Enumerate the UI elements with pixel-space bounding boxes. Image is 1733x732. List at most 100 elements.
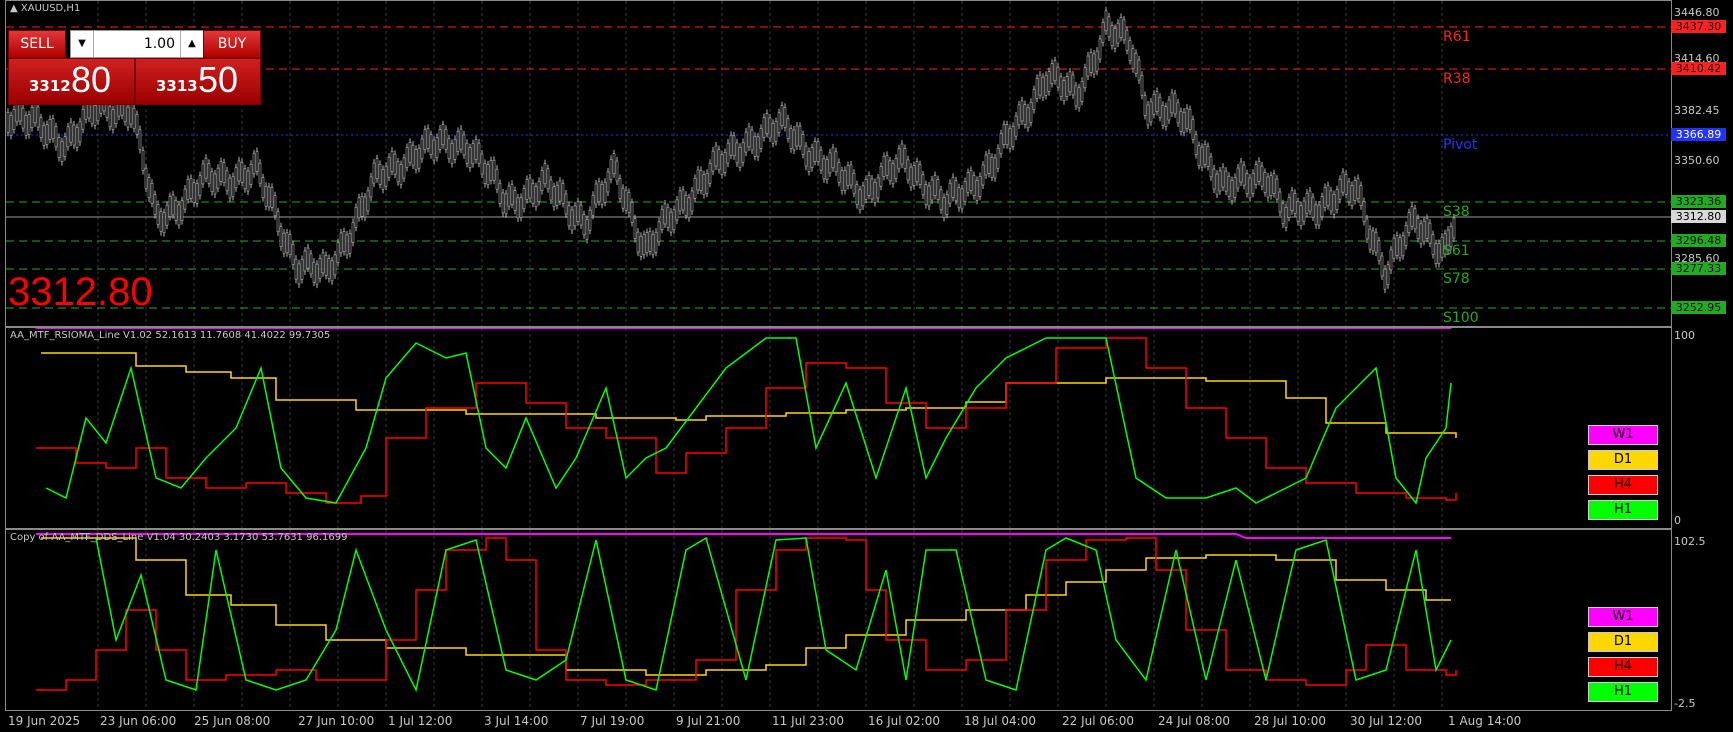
candle-body [348,233,352,254]
candle-body [783,107,787,128]
candle-body [276,211,280,233]
candle-body [1107,16,1111,38]
candle-body [828,152,832,174]
candle-body [1200,146,1204,168]
date-label: 23 Jun 06:00 [100,714,177,728]
collapse-triangle-icon[interactable]: ▲ [10,3,21,14]
bid-price-pips: 80 [71,59,112,100]
candle-body [543,163,547,185]
candle-body [243,168,247,190]
candle-body [999,133,1003,155]
candle-body [1221,166,1225,188]
lot-decrease-button[interactable]: ▼ [71,31,94,57]
lot-size-field[interactable]: ▼ 1.00 ▲ [70,30,204,58]
candle-body [54,126,58,148]
candle-body [1266,176,1270,198]
candle-body [939,189,943,211]
candle-body [1275,178,1279,200]
candle-body [984,154,988,176]
candle-body [885,155,889,176]
candle-body [531,182,535,204]
candle-body [384,165,388,187]
candle-body [294,258,298,280]
candle-body [624,189,628,211]
candle-body [1077,87,1081,109]
candle-body [510,183,514,205]
lot-size-value[interactable]: 1.00 [95,31,179,57]
rsioma-indicator-pane[interactable]: AA_MTF_RSIOMA_Line V1.02 52.1613 11.7608… [5,327,1672,529]
candle-body [1125,30,1129,51]
candle-body [705,172,709,194]
candle-body [1290,190,1294,211]
candle-body [807,151,811,172]
candle-body [492,159,496,181]
dds-canvas[interactable] [6,530,1671,710]
candle-body [792,129,796,151]
candle-body [726,142,730,164]
candle-body [213,173,217,195]
candle-body [1317,204,1321,226]
candle-body [1434,243,1438,264]
candle-body [1341,171,1345,193]
candle-body [285,232,289,254]
candle-body [1452,217,1456,239]
candle-body [564,193,568,215]
candle-body [957,187,961,209]
candle-body [255,151,259,172]
bid-quote-button[interactable]: 3312 80 [8,58,135,105]
h1-line [95,536,1452,693]
candle-body [81,109,85,130]
candle-body [237,160,241,182]
d1-line [41,537,1451,676]
candle-body [603,181,607,203]
buy-button[interactable]: BUY [203,30,261,58]
candle-body [684,194,688,216]
candle-body [732,135,736,157]
candle-body [300,259,304,280]
candle-body [249,164,253,185]
rsioma-canvas[interactable] [6,328,1671,528]
candle-body [708,162,712,184]
candle-body [438,129,442,150]
candle-body [174,200,178,221]
candle-body [615,160,619,182]
level-label-r38: R38 [1443,71,1471,87]
rsioma-title: AA_MTF_RSIOMA_Line V1.02 52.1613 11.7608… [10,330,331,341]
candle-body [135,114,139,135]
candle-body [1332,194,1336,215]
candle-body [462,134,466,156]
candle-body [1281,203,1285,225]
candle-body [1065,76,1069,97]
candle-body [405,147,409,168]
lot-increase-button[interactable]: ▲ [180,31,203,57]
candle-body [621,187,625,209]
sell-button[interactable]: SELL [8,30,66,58]
candle-body [327,258,331,279]
candle-body [1338,178,1342,200]
level-label-r61: R61 [1443,29,1471,45]
candle-body [1359,185,1363,207]
dds-axis-top: 102.5 [1674,535,1706,548]
candle-body [1431,234,1435,255]
candle-body [651,233,655,255]
candle-body [639,236,643,257]
candle-body [501,192,505,214]
candle-body [321,252,325,274]
candle-body [345,234,349,256]
ask-quote-button[interactable]: 3313 50 [135,58,261,105]
candle-body [936,179,940,200]
dds-indicator-pane[interactable]: Copy of AA_MTF_DDS_Line V1.04 30.2403 3.… [5,529,1672,711]
candle-body [222,162,226,183]
candle-body [1149,101,1153,123]
candle-body [1293,193,1297,214]
candle-body [831,147,835,169]
date-label: 30 Jul 12:00 [1350,714,1422,728]
candle-body [657,221,661,243]
candle-body [912,165,916,186]
candle-body [579,204,583,226]
candle-body [804,145,808,167]
candle-body [288,234,292,255]
level-label-s100: S100 [1443,310,1479,326]
candle-body [1437,243,1441,264]
candle-body [750,129,754,151]
